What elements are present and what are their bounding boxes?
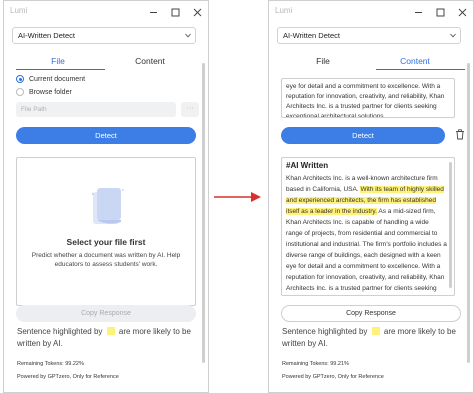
- tab-content[interactable]: Content: [369, 56, 461, 70]
- maximize-button[interactable]: [164, 1, 186, 23]
- result-scrollbar[interactable]: [449, 162, 452, 288]
- copy-response-button[interactable]: Copy Response: [281, 305, 461, 322]
- powered-by-note: Powered by GPTzero, Only for Reference: [17, 374, 119, 380]
- scrollbar[interactable]: [465, 23, 473, 380]
- result-box: #AI Written Khan Architects Inc. is a we…: [281, 157, 455, 296]
- browse-button[interactable]: ···: [181, 102, 199, 117]
- minimize-icon: [414, 11, 422, 13]
- scrollbar[interactable]: [200, 23, 208, 380]
- file-drop-zone[interactable]: Select your file first Predict whether a…: [16, 157, 196, 306]
- task-pane: AI-Written Detect File Content Current d…: [12, 23, 200, 392]
- tab-content[interactable]: Content: [104, 56, 196, 70]
- remaining-tokens: Remaining Tokens: 99.22%: [17, 361, 84, 367]
- close-button[interactable]: [186, 1, 208, 23]
- minimize-icon: [149, 11, 157, 13]
- trash-icon[interactable]: [455, 129, 465, 140]
- app-title: Lumi: [10, 6, 28, 15]
- radio-label: Current document: [29, 75, 86, 83]
- chevron-down-icon: [450, 33, 456, 38]
- highlight-swatch: [371, 327, 380, 335]
- minimize-button[interactable]: [142, 1, 164, 23]
- radio-current-document[interactable]: Current document: [16, 75, 85, 83]
- maximize-icon: [436, 8, 444, 16]
- legend-text-start: Sentence highlighted by: [17, 327, 103, 336]
- file-path-input[interactable]: File Path: [16, 102, 176, 117]
- tab-bar: File Content: [12, 56, 196, 70]
- task-pane: AI-Written Detect File Content eye for d…: [277, 23, 465, 392]
- tab-file[interactable]: File: [12, 56, 104, 70]
- active-tab-indicator: [376, 69, 465, 70]
- dropzone-description: Predict whether a document was written b…: [31, 252, 181, 268]
- maximize-button[interactable]: [429, 1, 451, 23]
- content-input-textarea[interactable]: eye for detail and a commitment to excel…: [281, 78, 455, 118]
- lumi-window-right: Lumi AI-Written Detect File Content eye …: [268, 0, 474, 393]
- radio-label: Browse folder: [29, 88, 72, 96]
- arrow-right-icon: [214, 192, 261, 202]
- highlight-swatch: [106, 327, 115, 335]
- content-input-text: eye for detail and a commitment to excel…: [286, 83, 445, 118]
- document-icon: [91, 188, 124, 224]
- close-icon: [193, 8, 201, 16]
- title-bar: Lumi: [269, 1, 473, 23]
- highlight-legend: Sentence highlighted by are more likely …: [17, 326, 192, 350]
- result-text: Khan Architects Inc. is a well-known arc…: [286, 173, 447, 295]
- radio-button-selected[interactable]: [16, 75, 24, 83]
- tab-bar: File Content: [277, 56, 461, 70]
- result-text-plain: As a mid-sized firm, Khan Architects Inc…: [286, 208, 447, 292]
- result-heading: #AI Written: [286, 161, 329, 170]
- radio-browse-folder[interactable]: Browse folder: [16, 88, 72, 96]
- app-title: Lumi: [275, 6, 293, 15]
- scrollbar-thumb[interactable]: [202, 63, 205, 363]
- mode-select-value: AI-Written Detect: [283, 31, 340, 40]
- tab-file[interactable]: File: [277, 56, 369, 70]
- mode-select[interactable]: AI-Written Detect: [12, 27, 196, 44]
- maximize-icon: [171, 8, 179, 16]
- close-button[interactable]: [451, 1, 473, 23]
- minimize-button[interactable]: [407, 1, 429, 23]
- close-icon: [458, 8, 466, 16]
- powered-by-note: Powered by GPTzero, Only for Reference: [282, 374, 384, 380]
- lumi-window-left: Lumi AI-Written Detect File Content Curr…: [3, 0, 209, 393]
- radio-button[interactable]: [16, 88, 24, 96]
- mode-select-value: AI-Written Detect: [18, 31, 75, 40]
- title-bar: Lumi: [4, 1, 208, 23]
- dropzone-title: Select your file first: [66, 237, 146, 247]
- remaining-tokens: Remaining Tokens: 99.21%: [282, 361, 349, 367]
- detect-button[interactable]: Detect: [16, 127, 196, 144]
- chevron-down-icon: [185, 33, 191, 38]
- scrollbar-thumb[interactable]: [467, 63, 470, 363]
- detect-button[interactable]: Detect: [281, 127, 445, 144]
- active-tab-indicator: [16, 69, 105, 70]
- highlight-legend: Sentence highlighted by are more likely …: [282, 326, 457, 350]
- copy-response-button[interactable]: Copy Response: [16, 305, 196, 322]
- mode-select[interactable]: AI-Written Detect: [277, 27, 461, 44]
- legend-text-start: Sentence highlighted by: [282, 327, 368, 336]
